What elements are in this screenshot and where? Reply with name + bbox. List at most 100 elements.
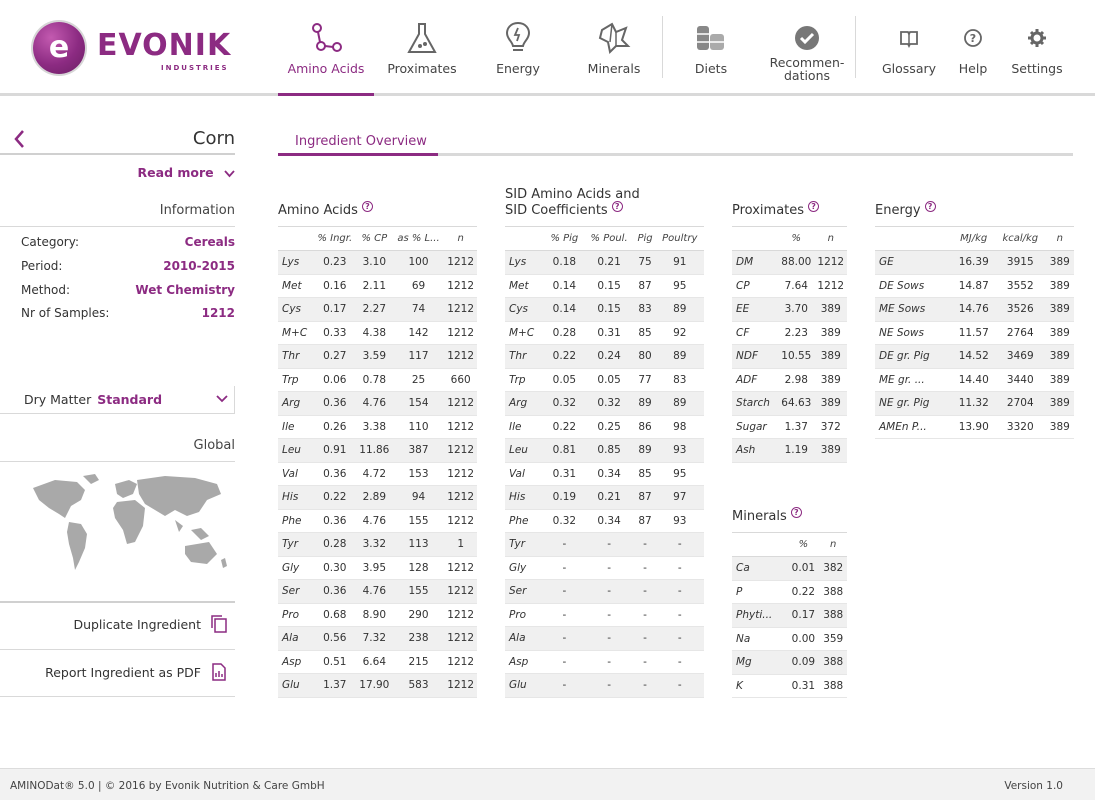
table-row[interactable]: Tyr 0.28 3.32 113 1 (278, 532, 477, 557)
table-row[interactable]: Trp 0.06 0.78 25 660 (278, 368, 477, 392)
table-cell: 89 (655, 297, 704, 322)
table-row[interactable]: Gly 0.30 3.95 128 1212 (278, 556, 477, 580)
nav-recommendations[interactable]: Recommen- dations (759, 0, 855, 96)
read-more-label: Read more (137, 165, 214, 180)
table-row[interactable]: Arg 0.36 4.76 154 1212 (278, 391, 477, 416)
table-row[interactable]: ADF 2.98 389 (732, 368, 847, 392)
table-row[interactable]: His 0.22 2.89 94 1212 (278, 485, 477, 510)
table-row[interactable]: Met 0.14 0.15 87 95 (505, 274, 704, 298)
table-row[interactable]: Trp 0.05 0.05 77 83 (505, 368, 704, 392)
table-row[interactable]: ME Sows 14.76 3526 389 (875, 297, 1074, 322)
report-pdf-button[interactable]: Report Ingredient as PDF (0, 650, 235, 696)
table-row[interactable]: Val 0.31 0.34 85 95 (505, 462, 704, 486)
table-row[interactable]: Gly - - - - (505, 556, 704, 580)
nav-diets[interactable]: Diets (663, 0, 759, 96)
nav-minerals[interactable]: Minerals (566, 0, 662, 96)
nav-proximates[interactable]: Proximates (374, 0, 470, 96)
table-row[interactable]: NE gr. Pig 11.32 2704 389 (875, 391, 1074, 416)
table-cell: 6.64 (355, 650, 393, 674)
chevron-down-icon[interactable] (216, 394, 228, 404)
table-row[interactable]: GE 16.39 3915 389 (875, 250, 1074, 275)
table-row[interactable]: Ile 0.22 0.25 86 98 (505, 415, 704, 439)
row-label: AMEn P... (875, 415, 953, 439)
help-icon[interactable]: ? (790, 507, 802, 518)
table-cell: 95 (655, 274, 704, 298)
table-row[interactable]: CF 2.23 389 (732, 321, 847, 345)
table-row[interactable]: Asp - - - - (505, 650, 704, 674)
table-row[interactable]: Ile 0.26 3.38 110 1212 (278, 415, 477, 439)
table-row[interactable]: Glu 1.37 17.90 583 1212 (278, 673, 477, 698)
back-chevron-icon[interactable] (12, 128, 26, 150)
help-icon[interactable]: ? (611, 201, 623, 212)
table-row[interactable]: Thr 0.27 3.59 117 1212 (278, 344, 477, 369)
table-row[interactable]: Ser - - - - (505, 579, 704, 604)
table-row[interactable]: Ala - - - - (505, 626, 704, 651)
read-more-link[interactable]: Read more (138, 165, 235, 180)
table-cell: 0.23 (313, 250, 356, 275)
table-row[interactable]: Phyti... 0.17 388 (732, 603, 847, 628)
table-row[interactable]: CP 7.64 1212 (732, 274, 847, 298)
table-row[interactable]: P 0.22 388 (732, 580, 847, 604)
table-row[interactable]: Mg 0.09 388 (732, 650, 847, 675)
table-row[interactable]: Leu 0.81 0.85 89 93 (505, 438, 704, 463)
table-row[interactable]: M+C 0.28 0.31 85 92 (505, 321, 704, 345)
column-header: % (778, 226, 815, 251)
table-row[interactable]: Ala 0.56 7.32 238 1212 (278, 626, 477, 651)
molecule-icon (312, 23, 342, 52)
help-icon: ? (964, 29, 982, 47)
table-row[interactable]: EE 3.70 389 (732, 297, 847, 322)
table-row[interactable]: NE Sows 11.57 2764 389 (875, 321, 1074, 345)
table-row[interactable]: Lys 0.23 3.10 100 1212 (278, 250, 477, 275)
table-row[interactable]: DE gr. Pig 14.52 3469 389 (875, 344, 1074, 369)
table-row[interactable]: Phe 0.32 0.34 87 93 (505, 509, 704, 533)
table-row[interactable]: K 0.31 388 (732, 674, 847, 698)
table-row[interactable]: Ser 0.36 4.76 155 1212 (278, 579, 477, 604)
nav-help[interactable]: ? Help (946, 0, 1000, 96)
row-label: Trp (505, 368, 546, 392)
nav-settings[interactable]: Settings (1004, 0, 1070, 96)
table-row[interactable]: Met 0.16 2.11 69 1212 (278, 274, 477, 298)
table-row[interactable]: Na 0.00 359 (732, 627, 847, 651)
table-row[interactable]: DM 88.00 1212 (732, 250, 847, 275)
table-row[interactable]: Ca 0.01 382 (732, 556, 847, 581)
table-row[interactable]: Pro 0.68 8.90 290 1212 (278, 603, 477, 627)
help-icon[interactable]: ? (361, 201, 373, 212)
table-row[interactable]: Thr 0.22 0.24 80 89 (505, 344, 704, 369)
row-label: Pro (505, 603, 546, 627)
evonik-logo[interactable]: e EVONIK INDUSTRIES (33, 22, 253, 78)
table-row[interactable]: Val 0.36 4.72 153 1212 (278, 462, 477, 486)
nav-glossary[interactable]: Glossary (872, 0, 946, 96)
table-cell: 0.05 (583, 368, 635, 392)
table-row[interactable]: Pro - - - - (505, 603, 704, 627)
table-cell: 3.32 (355, 532, 393, 557)
nav-amino-acids[interactable]: Amino Acids (278, 0, 374, 96)
table-row[interactable]: Sugar 1.37 372 (732, 415, 847, 439)
table-row[interactable]: DE Sows 14.87 3552 389 (875, 274, 1074, 298)
table-row[interactable]: Starch 64.63 389 (732, 391, 847, 416)
table-row[interactable]: His 0.19 0.21 87 97 (505, 485, 704, 510)
table-row[interactable]: NDF 10.55 389 (732, 344, 847, 369)
table-row[interactable]: Cys 0.14 0.15 83 89 (505, 297, 704, 322)
duplicate-ingredient-button[interactable]: Duplicate Ingredient (0, 602, 235, 648)
table-row[interactable]: Arg 0.32 0.32 89 89 (505, 391, 704, 416)
tab-ingredient-overview[interactable]: Ingredient Overview (278, 126, 438, 156)
table-row[interactable]: Tyr - - - - (505, 532, 704, 557)
table-cell: 64.63 (778, 391, 815, 416)
help-icon[interactable]: ? (808, 201, 820, 212)
table-row[interactable]: Asp 0.51 6.64 215 1212 (278, 650, 477, 674)
table-row[interactable]: Cys 0.17 2.27 74 1212 (278, 297, 477, 322)
table-row[interactable]: Glu - - - - (505, 673, 704, 698)
table-row[interactable]: Lys 0.18 0.21 75 91 (505, 250, 704, 275)
table-cell: 2.89 (355, 485, 393, 510)
table-row[interactable]: M+C 0.33 4.38 142 1212 (278, 321, 477, 345)
table-cell: 389 (814, 297, 847, 322)
table-row[interactable]: Phe 0.36 4.76 155 1212 (278, 509, 477, 533)
table-row[interactable]: Leu 0.91 11.86 387 1212 (278, 438, 477, 463)
nav-energy[interactable]: Energy (470, 0, 566, 96)
help-icon[interactable]: ? (924, 201, 936, 212)
table-row[interactable]: ME gr. ... 14.40 3440 389 (875, 368, 1074, 392)
table-row[interactable]: AMEn P... 13.90 3320 389 (875, 415, 1074, 439)
table-cell: 4.76 (355, 391, 393, 416)
table-row[interactable]: Ash 1.19 389 (732, 438, 847, 463)
column-header: n (1045, 226, 1074, 251)
